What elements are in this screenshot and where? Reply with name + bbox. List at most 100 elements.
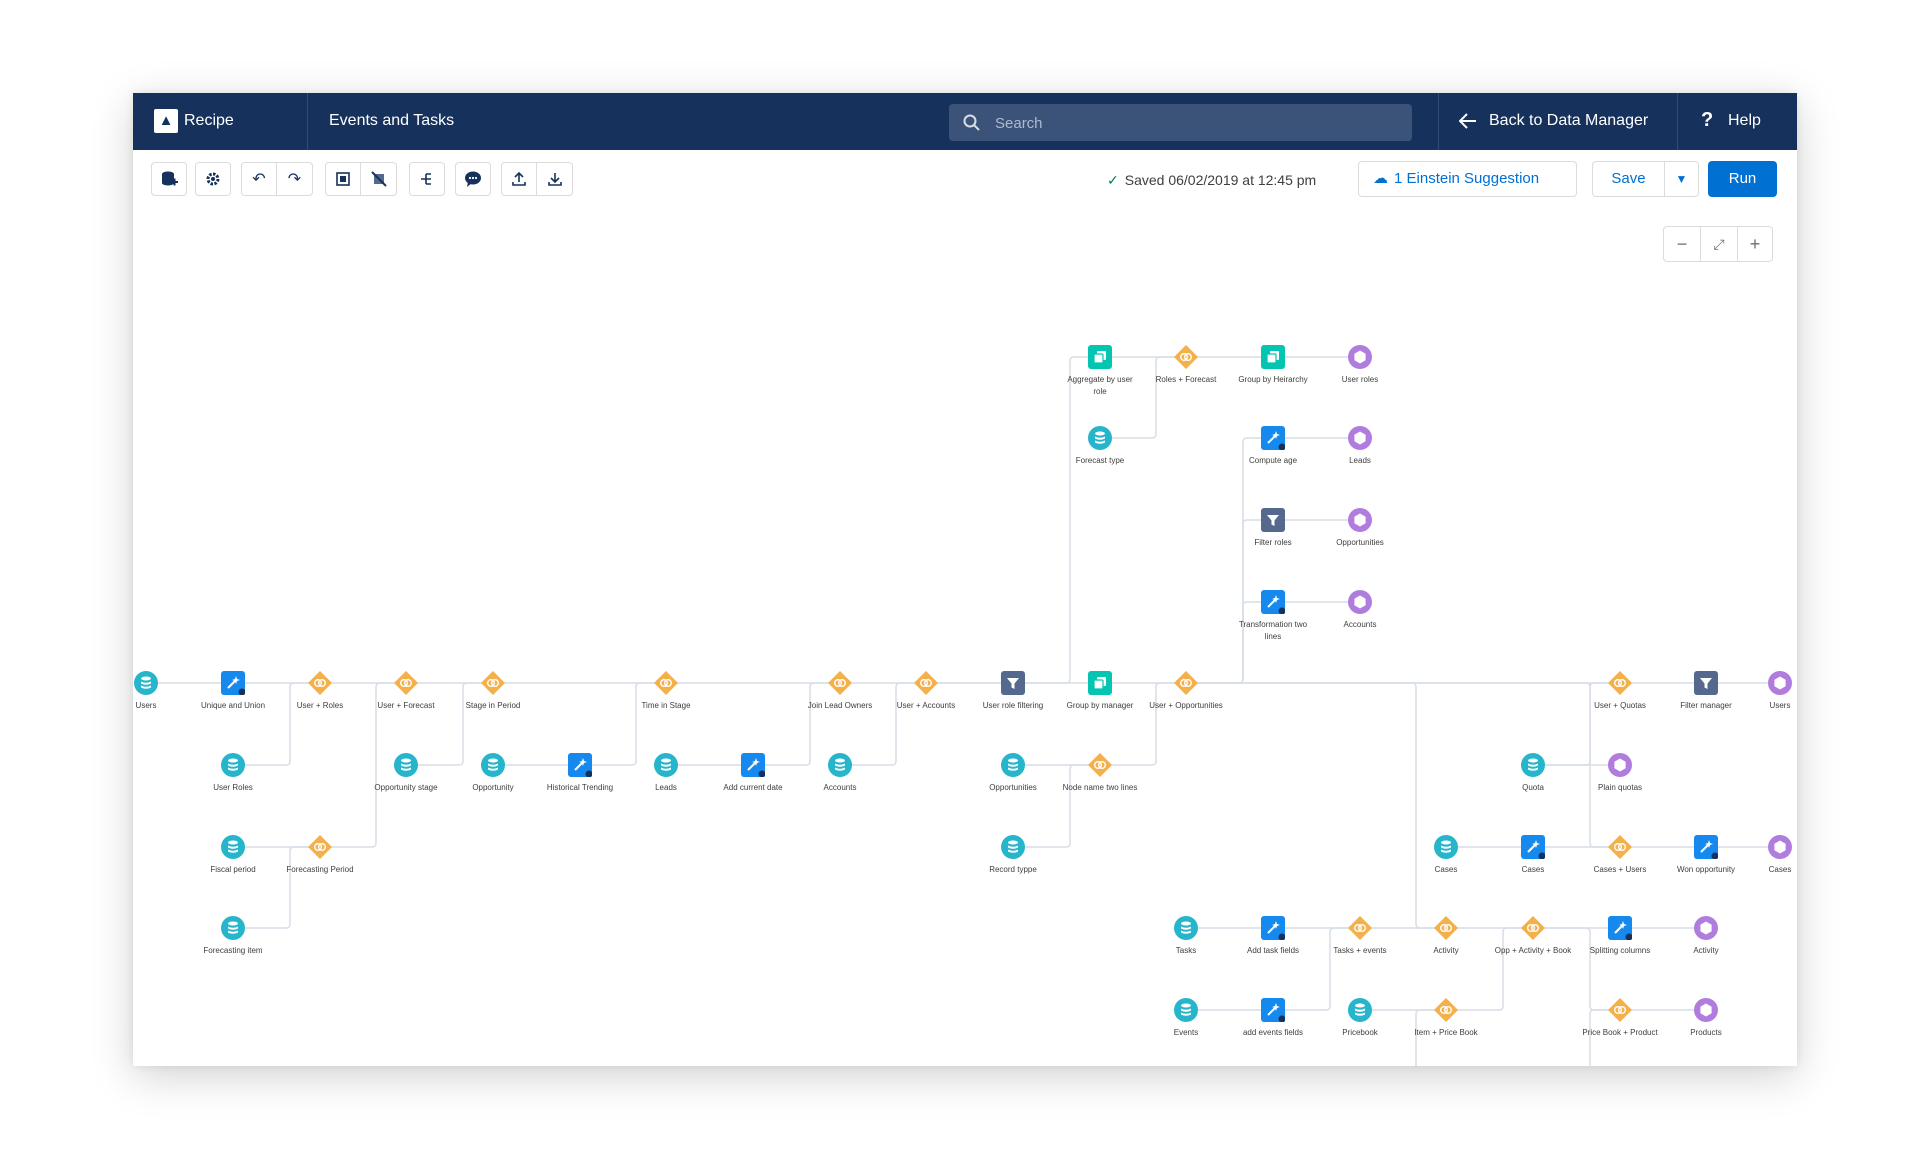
node-label: Splitting columns — [1589, 946, 1651, 955]
node-label: Opportunity stage — [374, 783, 438, 792]
join-node-icon[interactable] — [914, 671, 938, 695]
output-node-icon[interactable] — [1694, 998, 1718, 1022]
dataset-node-icon[interactable] — [221, 916, 245, 940]
filter-node-icon[interactable] — [1261, 508, 1285, 532]
join-node-icon[interactable] — [1434, 916, 1458, 940]
node-label: User + Accounts — [896, 701, 956, 710]
dataset-node-icon[interactable] — [221, 753, 245, 777]
graph-link — [840, 682, 926, 766]
aggregate-node-icon[interactable] — [1088, 671, 1112, 695]
transform-node-icon[interactable] — [1261, 916, 1285, 940]
node-label: Plain quotas — [1597, 783, 1643, 792]
fit-view-button[interactable]: ⤢ — [1701, 227, 1738, 261]
dataset-node-icon[interactable] — [1348, 998, 1372, 1022]
help-link[interactable]: Help — [1728, 112, 1761, 130]
einstein-suggestion-button[interactable]: ☁ 1 Einstein Suggestion — [1358, 161, 1577, 197]
output-node-icon[interactable] — [1694, 916, 1718, 940]
transform-node-icon[interactable] — [1608, 916, 1632, 940]
help-icon[interactable]: ? — [1701, 109, 1713, 132]
output-node-icon[interactable] — [1768, 835, 1792, 859]
join-node-icon[interactable] — [1174, 671, 1198, 695]
node-label: Historical Trending — [546, 783, 614, 792]
search-input[interactable] — [993, 104, 1397, 143]
zoom-out-button[interactable]: − — [1664, 227, 1701, 261]
output-node-icon[interactable] — [1348, 590, 1372, 614]
output-node-icon[interactable] — [1768, 671, 1792, 695]
join-node-icon[interactable] — [308, 671, 332, 695]
hide-preview-button[interactable] — [361, 162, 397, 196]
join-node-icon[interactable] — [1608, 671, 1632, 695]
transform-node-icon[interactable] — [1521, 835, 1545, 859]
search-box[interactable] — [949, 104, 1412, 143]
join-node-icon[interactable] — [828, 671, 852, 695]
node-label: Price Book + Product — [1582, 1028, 1658, 1037]
node-label: Filter roles — [1254, 538, 1292, 547]
transform-node-icon[interactable] — [1261, 998, 1285, 1022]
arrow-left-icon[interactable] — [1459, 113, 1477, 129]
node-label: Leads — [1349, 456, 1371, 465]
node-label: Forecast type — [1075, 456, 1125, 465]
join-node-icon[interactable] — [1608, 998, 1632, 1022]
node-label: Fiscal period — [210, 865, 256, 874]
output-node-icon[interactable] — [1348, 508, 1372, 532]
dataset-node-icon[interactable] — [1521, 753, 1545, 777]
output-node-icon[interactable] — [1608, 753, 1632, 777]
graph-link — [1273, 927, 1360, 1011]
dataset-node-icon[interactable] — [1174, 916, 1198, 940]
output-node-icon[interactable] — [1348, 426, 1372, 450]
dataset-node-icon[interactable] — [221, 835, 245, 859]
upload-icon — [512, 171, 526, 186]
recipe-name[interactable]: Events and Tasks — [329, 112, 454, 130]
join-node-icon[interactable] — [1088, 753, 1112, 777]
transform-node-icon[interactable] — [741, 753, 765, 777]
join-node-icon[interactable] — [1434, 998, 1458, 1022]
dataset-node-icon[interactable] — [481, 753, 505, 777]
join-node-icon[interactable] — [654, 671, 678, 695]
transform-node-icon[interactable] — [1261, 426, 1285, 450]
dataset-node-icon[interactable] — [1434, 835, 1458, 859]
join-node-icon[interactable] — [308, 835, 332, 859]
graph-link — [1533, 927, 1620, 1011]
dataset-node-icon[interactable] — [1001, 835, 1025, 859]
run-button[interactable]: Run — [1708, 161, 1777, 197]
add-input-data-button[interactable] — [151, 162, 187, 196]
dataset-node-icon[interactable] — [394, 753, 418, 777]
dataset-node-icon[interactable] — [1001, 753, 1025, 777]
join-node-icon[interactable] — [1174, 345, 1198, 369]
transform-node-icon[interactable] — [1694, 835, 1718, 859]
save-button[interactable]: Save — [1592, 161, 1665, 197]
back-to-data-manager-link[interactable]: Back to Data Manager — [1489, 112, 1648, 130]
save-menu-button[interactable]: ▼ — [1664, 161, 1699, 197]
transform-node-icon[interactable] — [568, 753, 592, 777]
join-node-icon[interactable] — [1521, 916, 1545, 940]
transform-node-icon[interactable] — [221, 671, 245, 695]
comments-button[interactable] — [455, 162, 491, 196]
download-button[interactable] — [537, 162, 573, 196]
node-label: Users — [135, 701, 157, 710]
aggregate-node-icon[interactable] — [1261, 345, 1285, 369]
node-label: Time in Stage — [641, 701, 691, 710]
join-node-icon[interactable] — [394, 671, 418, 695]
join-node-icon[interactable] — [481, 671, 505, 695]
join-node-icon[interactable] — [1608, 835, 1632, 859]
dataset-node-icon[interactable] — [828, 753, 852, 777]
auto-layout-button[interactable] — [409, 162, 445, 196]
join-node-icon[interactable] — [1348, 916, 1372, 940]
recipe-graph-canvas[interactable]: Users Unique and Union User + Roles User Ro… — [133, 207, 1797, 1066]
output-node-icon[interactable] — [1348, 345, 1372, 369]
fit-to-screen-button[interactable] — [325, 162, 361, 196]
filter-node-icon[interactable] — [1001, 671, 1025, 695]
aggregate-node-icon[interactable] — [1088, 345, 1112, 369]
upload-button[interactable] — [501, 162, 537, 196]
redo-button[interactable]: ↷ — [277, 162, 313, 196]
transform-node-icon[interactable] — [1261, 590, 1285, 614]
zoom-in-button[interactable]: + — [1737, 227, 1773, 261]
dataset-node-icon[interactable] — [654, 753, 678, 777]
dataset-node-icon[interactable] — [1088, 426, 1112, 450]
settings-button[interactable] — [195, 162, 231, 196]
dataset-node-icon[interactable] — [1174, 998, 1198, 1022]
undo-button[interactable]: ↶ — [241, 162, 277, 196]
dataset-node-icon[interactable] — [134, 671, 158, 695]
filter-node-icon[interactable] — [1694, 671, 1718, 695]
node-label: Record typpe — [989, 865, 1037, 874]
